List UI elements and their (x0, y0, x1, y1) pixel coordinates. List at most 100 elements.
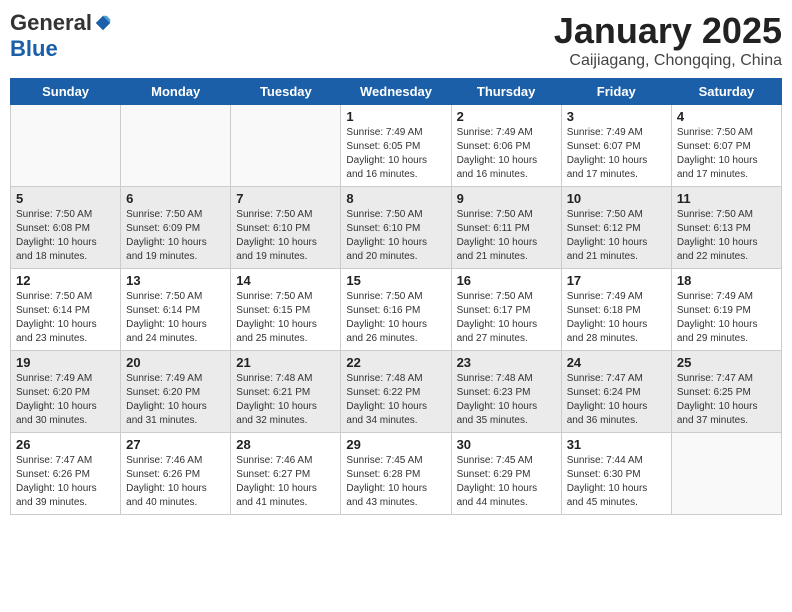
day-info: Sunrise: 7:44 AMSunset: 6:30 PMDaylight:… (567, 454, 666, 510)
day-number: 20 (126, 355, 225, 370)
calendar-cell: 5Sunrise: 7:50 AMSunset: 6:08 PMDaylight… (11, 187, 121, 269)
day-info: Sunrise: 7:49 AMSunset: 6:05 PMDaylight:… (346, 126, 445, 182)
calendar-cell: 29Sunrise: 7:45 AMSunset: 6:28 PMDayligh… (341, 433, 451, 515)
day-number: 10 (567, 191, 666, 206)
calendar-cell: 6 Sunrise: 7:50 AMSunset: 6:09 PMDaylight… (121, 187, 231, 269)
calendar-cell: 3 Sunrise: 7:49 AMSunset: 6:07 PMDaylight… (561, 105, 671, 187)
day-number: 1 (346, 109, 445, 124)
day-number: 2 (457, 109, 556, 124)
day-info: Sunrise: 7:46 AMSunset: 6:26 PMDaylight:… (126, 454, 225, 510)
location-subtitle: Caijiagang, Chongqing, China (554, 52, 782, 70)
day-number: 6 (126, 191, 225, 206)
calendar-cell (11, 105, 121, 187)
calendar-cell: 22 Sunrise: 7:48 AMSunset: 6:22 PMDayligh… (341, 351, 451, 433)
calendar-cell: 7 Sunrise: 7:50 AMSunset: 6:10 PMDaylight… (231, 187, 341, 269)
month-title: January 2025 (554, 10, 782, 52)
day-number: 11 (677, 191, 776, 206)
day-number: 13 (126, 273, 225, 288)
calendar-week-row: 5Sunrise: 7:50 AMSunset: 6:08 PMDaylight… (11, 187, 782, 269)
calendar-week-row: 19 Sunrise: 7:49 AMSunset: 6:20 PMDayligh… (11, 351, 782, 433)
day-info: Sunrise: 7:47 AMSunset: 6:25 PMDaylight:… (677, 372, 776, 428)
day-info: Sunrise: 7:45 AMSunset: 6:29 PMDaylight:… (457, 454, 556, 510)
calendar-cell: 28 Sunrise: 7:46 AMSunset: 6:27 PMDayligh… (231, 433, 341, 515)
calendar-cell: 11 Sunrise: 7:50 AMSunset: 6:13 PMDayligh… (671, 187, 781, 269)
day-number: 7 (236, 191, 335, 206)
day-info: Sunrise: 7:49 AMSunset: 6:07 PMDaylight:… (567, 126, 666, 182)
day-info: Sunrise: 7:50 AMSunset: 6:14 PMDaylight:… (126, 290, 225, 346)
day-number: 29 (346, 437, 445, 452)
day-info: Sunrise: 7:50 AMSunset: 6:10 PMDaylight:… (236, 208, 335, 264)
calendar-cell: 13 Sunrise: 7:50 AMSunset: 6:14 PMDayligh… (121, 269, 231, 351)
day-number: 12 (16, 273, 115, 288)
weekday-header: Wednesday (341, 79, 451, 105)
day-number: 21 (236, 355, 335, 370)
day-number: 4 (677, 109, 776, 124)
weekday-header: Tuesday (231, 79, 341, 105)
calendar-cell: 2 Sunrise: 7:49 AMSunset: 6:06 PMDaylight… (451, 105, 561, 187)
calendar-cell: 1 Sunrise: 7:49 AMSunset: 6:05 PMDaylight… (341, 105, 451, 187)
day-info: Sunrise: 7:48 AMSunset: 6:21 PMDaylight:… (236, 372, 335, 428)
day-info: Sunrise: 7:50 AMSunset: 6:14 PMDaylight:… (16, 290, 115, 346)
day-number: 16 (457, 273, 556, 288)
day-number: 9 (457, 191, 556, 206)
day-info: Sunrise: 7:50 AMSunset: 6:09 PMDaylight:… (126, 208, 225, 264)
calendar-cell: 16 Sunrise: 7:50 AMSunset: 6:17 PMDayligh… (451, 269, 561, 351)
calendar-cell: 18 Sunrise: 7:49 AMSunset: 6:19 PMDayligh… (671, 269, 781, 351)
day-number: 30 (457, 437, 556, 452)
day-number: 26 (16, 437, 115, 452)
calendar-cell: 20 Sunrise: 7:49 AMSunset: 6:20 PMDayligh… (121, 351, 231, 433)
calendar-cell: 25Sunrise: 7:47 AMSunset: 6:25 PMDayligh… (671, 351, 781, 433)
calendar-week-row: 1 Sunrise: 7:49 AMSunset: 6:05 PMDaylight… (11, 105, 782, 187)
day-info: Sunrise: 7:50 AMSunset: 6:17 PMDaylight:… (457, 290, 556, 346)
day-info: Sunrise: 7:46 AMSunset: 6:27 PMDaylight:… (236, 454, 335, 510)
weekday-header: Monday (121, 79, 231, 105)
weekday-header-row: SundayMondayTuesdayWednesdayThursdayFrid… (11, 79, 782, 105)
weekday-header: Saturday (671, 79, 781, 105)
calendar-cell: 26 Sunrise: 7:47 AMSunset: 6:26 PMDayligh… (11, 433, 121, 515)
day-info: Sunrise: 7:50 AMSunset: 6:12 PMDaylight:… (567, 208, 666, 264)
logo-icon (94, 14, 112, 32)
day-number: 19 (16, 355, 115, 370)
day-number: 22 (346, 355, 445, 370)
day-info: Sunrise: 7:50 AMSunset: 6:15 PMDaylight:… (236, 290, 335, 346)
calendar-cell: 14 Sunrise: 7:50 AMSunset: 6:15 PMDayligh… (231, 269, 341, 351)
weekday-header: Sunday (11, 79, 121, 105)
calendar-cell: 31Sunrise: 7:44 AMSunset: 6:30 PMDayligh… (561, 433, 671, 515)
day-info: Sunrise: 7:50 AMSunset: 6:11 PMDaylight:… (457, 208, 556, 264)
calendar-cell: 19 Sunrise: 7:49 AMSunset: 6:20 PMDayligh… (11, 351, 121, 433)
calendar-cell: 8Sunrise: 7:50 AMSunset: 6:10 PMDaylight… (341, 187, 451, 269)
day-info: Sunrise: 7:50 AMSunset: 6:16 PMDaylight:… (346, 290, 445, 346)
calendar-cell: 30 Sunrise: 7:45 AMSunset: 6:29 PMDayligh… (451, 433, 561, 515)
day-info: Sunrise: 7:47 AMSunset: 6:26 PMDaylight:… (16, 454, 115, 510)
calendar-cell: 21 Sunrise: 7:48 AMSunset: 6:21 PMDayligh… (231, 351, 341, 433)
day-info: Sunrise: 7:49 AMSunset: 6:20 PMDaylight:… (126, 372, 225, 428)
calendar-cell: 27 Sunrise: 7:46 AMSunset: 6:26 PMDayligh… (121, 433, 231, 515)
day-number: 27 (126, 437, 225, 452)
calendar-cell: 17Sunrise: 7:49 AMSunset: 6:18 PMDayligh… (561, 269, 671, 351)
calendar-cell (121, 105, 231, 187)
day-number: 18 (677, 273, 776, 288)
day-info: Sunrise: 7:49 AMSunset: 6:06 PMDaylight:… (457, 126, 556, 182)
day-info: Sunrise: 7:48 AMSunset: 6:22 PMDaylight:… (346, 372, 445, 428)
logo: General Blue (10, 10, 112, 62)
calendar-cell: 15 Sunrise: 7:50 AMSunset: 6:16 PMDayligh… (341, 269, 451, 351)
calendar-week-row: 26 Sunrise: 7:47 AMSunset: 6:26 PMDayligh… (11, 433, 782, 515)
day-number: 3 (567, 109, 666, 124)
day-number: 28 (236, 437, 335, 452)
calendar-cell: 24 Sunrise: 7:47 AMSunset: 6:24 PMDayligh… (561, 351, 671, 433)
calendar-cell (671, 433, 781, 515)
day-info: Sunrise: 7:47 AMSunset: 6:24 PMDaylight:… (567, 372, 666, 428)
calendar-cell: 12 Sunrise: 7:50 AMSunset: 6:14 PMDayligh… (11, 269, 121, 351)
day-number: 14 (236, 273, 335, 288)
day-number: 24 (567, 355, 666, 370)
day-number: 17 (567, 273, 666, 288)
calendar-week-row: 12 Sunrise: 7:50 AMSunset: 6:14 PMDayligh… (11, 269, 782, 351)
day-number: 15 (346, 273, 445, 288)
calendar-cell: 4Sunrise: 7:50 AMSunset: 6:07 PMDaylight… (671, 105, 781, 187)
day-info: Sunrise: 7:50 AMSunset: 6:13 PMDaylight:… (677, 208, 776, 264)
day-info: Sunrise: 7:49 AMSunset: 6:19 PMDaylight:… (677, 290, 776, 346)
weekday-header: Thursday (451, 79, 561, 105)
day-info: Sunrise: 7:49 AMSunset: 6:20 PMDaylight:… (16, 372, 115, 428)
calendar-table: SundayMondayTuesdayWednesdayThursdayFrid… (10, 78, 782, 515)
day-number: 23 (457, 355, 556, 370)
